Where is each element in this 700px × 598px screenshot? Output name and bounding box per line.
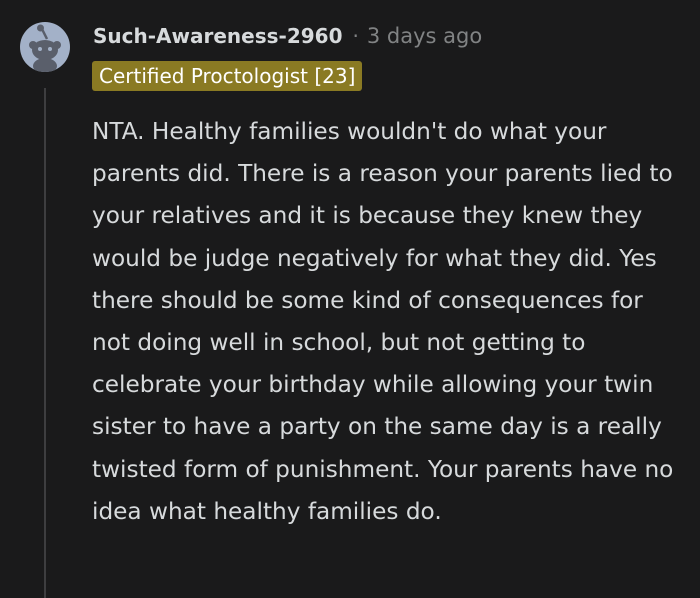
thread-collapse-line[interactable]	[44, 88, 46, 598]
meta-separator: ·	[352, 24, 359, 48]
comment-header: Such-Awareness-2960 · 3 days ago	[93, 22, 482, 50]
comment-timestamp[interactable]: 3 days ago	[367, 24, 482, 48]
comment-body: NTA. Healthy families wouldn't do what y…	[92, 118, 674, 525]
username-link[interactable]: Such-Awareness-2960	[93, 24, 343, 48]
snoo-avatar-icon	[29, 24, 61, 72]
user-flair: Certified Proctologist [23]	[92, 61, 363, 91]
user-avatar[interactable]	[20, 22, 70, 72]
comment: Such-Awareness-2960 · 3 days ago Certifi…	[0, 0, 700, 598]
